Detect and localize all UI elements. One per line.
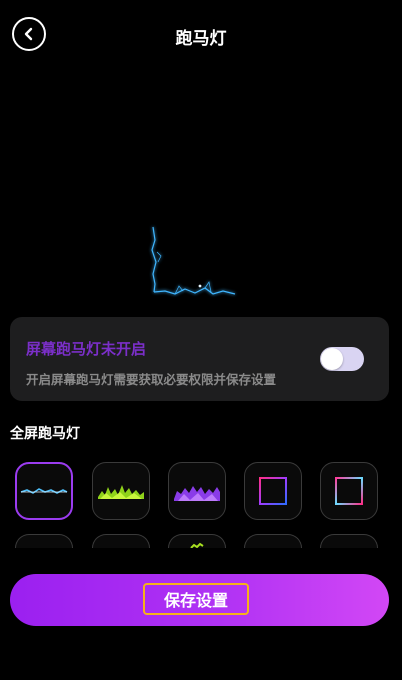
style-tile-row2-5[interactable] (320, 534, 378, 548)
toggle-knob (321, 348, 343, 370)
green-flame-thumbnail (98, 485, 144, 499)
header: 跑马灯 (0, 0, 402, 70)
section-title: 全屏跑马灯 (10, 426, 80, 442)
style-tile-blue-lightning[interactable] (15, 462, 73, 520)
style-tile-row2-4[interactable] (244, 534, 302, 548)
page-title: 跑马灯 (175, 29, 227, 49)
style-tile-pink-cyan-frame[interactable] (320, 462, 378, 520)
style-tile-row2-1[interactable] (15, 534, 73, 548)
status-title: 屏幕跑马灯未开启 (26, 340, 147, 358)
style-tile-row2-3[interactable] (168, 534, 226, 548)
marquee-toggle[interactable] (320, 347, 364, 371)
style-tile-green-flame[interactable] (92, 462, 150, 520)
blue-lightning-thumbnail (20, 488, 68, 494)
style-tile-pink-blue-frame[interactable] (244, 462, 302, 520)
marquee-preview (151, 226, 236, 295)
purple-flame-thumbnail (174, 486, 220, 501)
style-tile-row2-2[interactable] (92, 534, 150, 548)
pink-cyan-frame-thumbnail (335, 477, 363, 505)
save-settings-label[interactable]: 保存设置 (143, 583, 249, 615)
status-description: 开启屏幕跑马灯需要获取必要权限并保存设置 (26, 372, 277, 387)
style-tile-purple-flame[interactable] (168, 462, 226, 520)
pink-blue-frame-thumbnail (259, 477, 287, 505)
